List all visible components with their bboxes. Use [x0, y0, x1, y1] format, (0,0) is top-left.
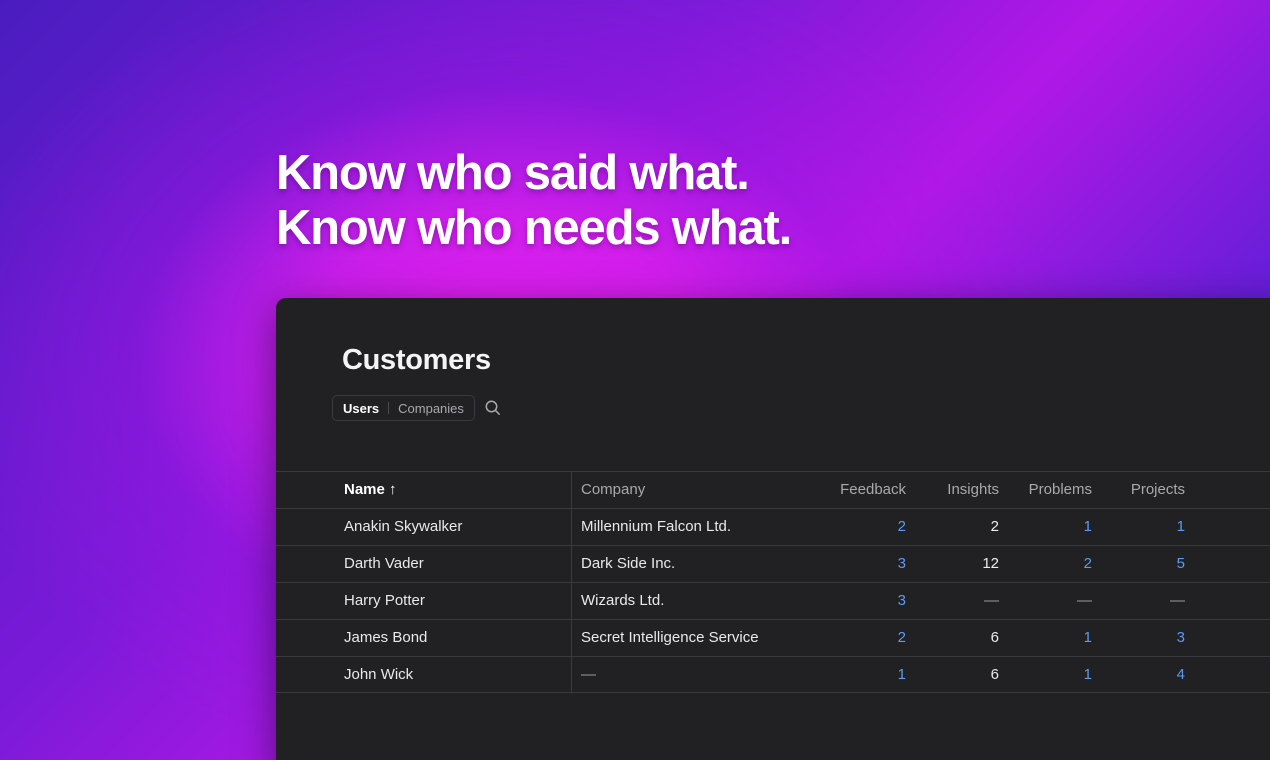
page-title: Customers [342, 344, 491, 376]
column-divider [571, 546, 572, 583]
projects-count-link[interactable]: 4 [1085, 657, 1185, 693]
search-icon[interactable] [484, 399, 502, 417]
feedback-count-link[interactable]: 2 [806, 620, 906, 656]
tab-divider [388, 402, 390, 414]
table-row[interactable]: James Bond Secret Intelligence Service 2… [276, 619, 1270, 657]
table-row[interactable]: John Wick — 1 6 1 4 [276, 656, 1270, 694]
projects-count-link[interactable]: 5 [1085, 546, 1185, 582]
customer-name[interactable]: Darth Vader [344, 546, 570, 582]
tab-users[interactable]: Users [343, 401, 379, 416]
customer-company: — [581, 666, 596, 683]
customer-name[interactable]: Anakin Skywalker [344, 509, 570, 545]
problems-count-link[interactable]: 1 [992, 620, 1092, 656]
customer-company[interactable]: Millennium Falcon Ltd. [581, 509, 811, 545]
column-header-problems[interactable]: Problems [992, 472, 1092, 508]
insights-count: 6 [990, 666, 999, 683]
feedback-count-link[interactable]: 3 [806, 546, 906, 582]
insights-count: 6 [990, 629, 999, 646]
insights-count: 12 [982, 555, 999, 572]
column-header-feedback[interactable]: Feedback [806, 472, 906, 508]
problems-count-link[interactable]: 1 [992, 509, 1092, 545]
column-header-name[interactable]: Name ↑ [344, 472, 570, 508]
problems-count: — [1077, 592, 1092, 609]
column-header-company[interactable]: Company [581, 472, 811, 508]
table-header-row: Name ↑ Company Feedback Insights Problem… [276, 471, 1270, 509]
customer-company[interactable]: Wizards Ltd. [581, 583, 811, 619]
projects-count-link[interactable]: 3 [1085, 620, 1185, 656]
column-divider[interactable] [571, 472, 572, 509]
column-header-insights[interactable]: Insights [899, 472, 999, 508]
column-divider [571, 620, 572, 657]
customer-company[interactable]: Dark Side Inc. [581, 546, 811, 582]
projects-count: — [1170, 592, 1185, 609]
insights-count: 2 [990, 518, 999, 535]
insights-count: — [984, 592, 999, 609]
table-row[interactable]: Darth Vader Dark Side Inc. 3 12 2 5 [276, 545, 1270, 583]
customer-name[interactable]: Harry Potter [344, 583, 570, 619]
projects-count-link[interactable]: 1 [1085, 509, 1185, 545]
column-header-projects[interactable]: Projects [1085, 472, 1185, 508]
feedback-count-link[interactable]: 3 [806, 583, 906, 619]
customer-company[interactable]: Secret Intelligence Service [581, 620, 811, 656]
problems-count-link[interactable]: 2 [992, 546, 1092, 582]
feedback-count-link[interactable]: 1 [806, 657, 906, 693]
customer-name[interactable]: James Bond [344, 620, 570, 656]
headline-line-2: Know who needs what. [276, 201, 792, 255]
column-divider [571, 509, 572, 546]
customers-panel: Customers Users Companies Name ↑ Company… [276, 298, 1270, 760]
column-divider [571, 657, 572, 694]
headline-line-1: Know who said what. [276, 146, 750, 200]
table-row[interactable]: Anakin Skywalker Millennium Falcon Ltd. … [276, 508, 1270, 546]
column-divider [571, 583, 572, 620]
customer-name[interactable]: John Wick [344, 657, 570, 693]
hero-headline: Know who said what. Know who needs what. [276, 146, 792, 256]
customers-table: Name ↑ Company Feedback Insights Problem… [276, 471, 1270, 694]
tab-companies[interactable]: Companies [398, 401, 464, 416]
problems-count-link[interactable]: 1 [992, 657, 1092, 693]
table-row[interactable]: Harry Potter Wizards Ltd. 3 — — — [276, 582, 1270, 620]
view-toggle: Users Companies [332, 395, 475, 421]
feedback-count-link[interactable]: 2 [806, 509, 906, 545]
